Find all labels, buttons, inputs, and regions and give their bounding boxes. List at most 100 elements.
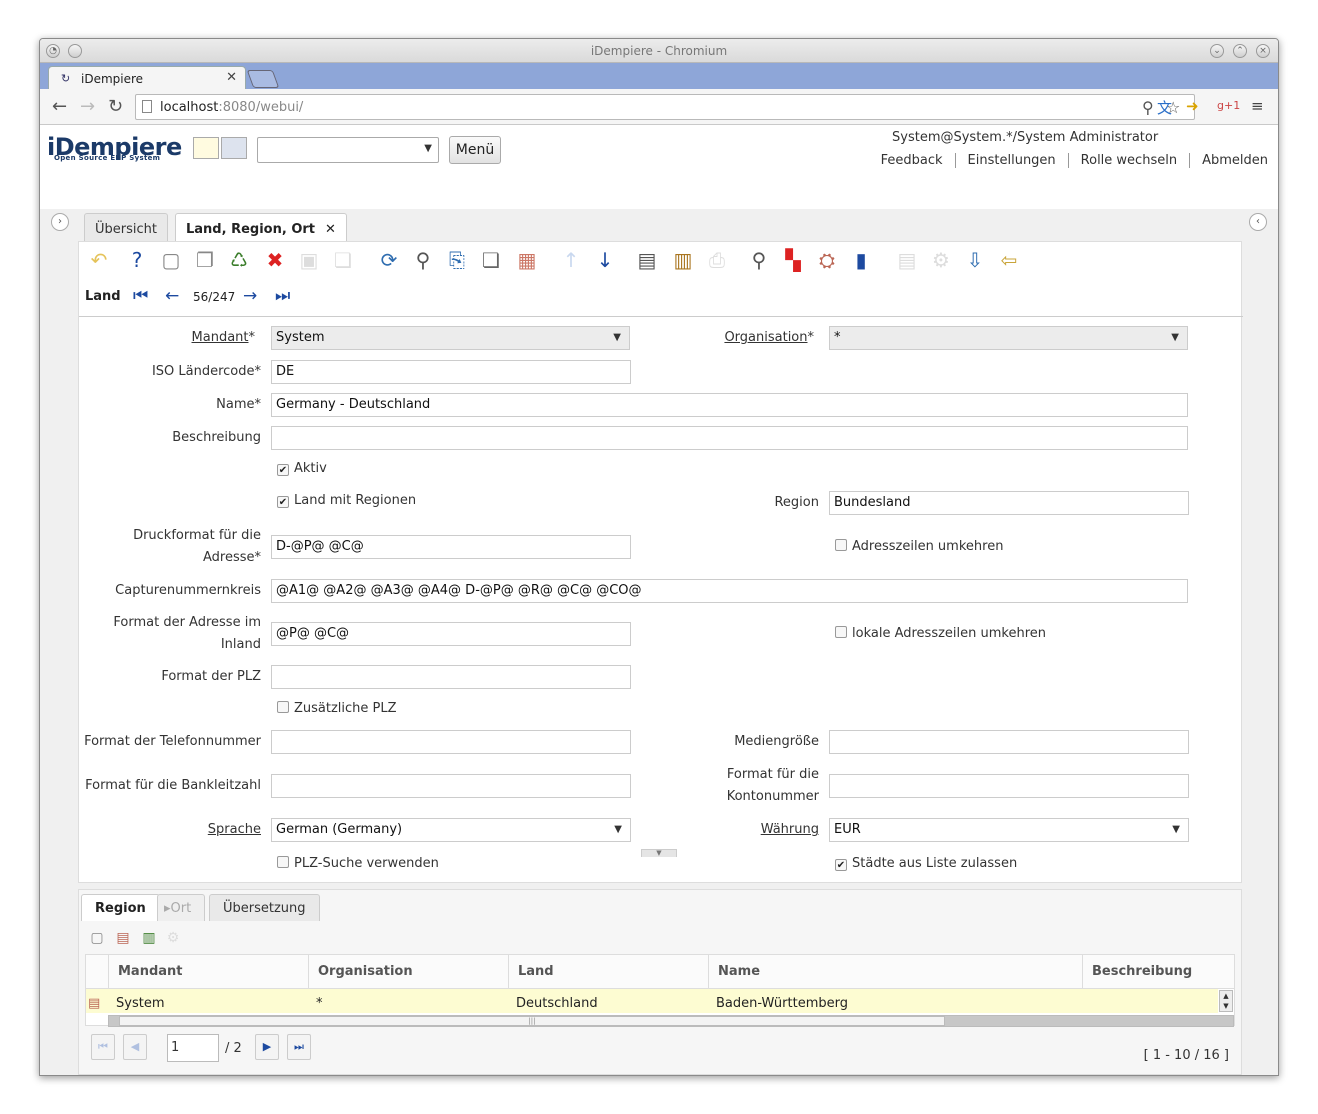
sprache-label[interactable]: Sprache <box>79 819 261 841</box>
last-record-icon[interactable]: ⏭ <box>275 286 290 306</box>
find-icon[interactable]: ⚲ <box>409 246 437 274</box>
page-number-input[interactable]: 1 <box>167 1034 219 1062</box>
next-page-icon[interactable]: ▶ <box>255 1034 279 1060</box>
import-icon[interactable]: ⇦ <box>995 246 1023 274</box>
organisation-label[interactable]: Organisation* <box>639 327 814 349</box>
chat-icon[interactable]: ❏ <box>477 246 505 274</box>
zusaetzliche-plz-checkbox[interactable]: Zusätzliche PLZ <box>277 701 397 716</box>
waehrung-select[interactable]: EUR ▼ <box>829 818 1189 842</box>
feedback-link[interactable]: Feedback <box>869 153 955 168</box>
expand-right-panel-icon[interactable]: ‹ <box>1249 213 1267 231</box>
aktiv-checkbox[interactable]: ✔ Aktiv <box>277 461 327 476</box>
delete-selection-icon[interactable]: ✖ <box>261 246 289 274</box>
back-icon[interactable]: ← <box>52 96 67 117</box>
scrollbar-thumb[interactable]: ||| <box>119 1016 945 1026</box>
tab-uebersetzung[interactable]: Übersetzung <box>209 894 320 921</box>
logout-link[interactable]: Abmelden <box>1189 153 1268 168</box>
refresh-icon[interactable]: ⟳ <box>375 246 403 274</box>
parent-record-icon[interactable]: ↑ <box>557 246 585 274</box>
mediengroesse-input[interactable] <box>829 730 1189 754</box>
new-record-icon[interactable]: ▢ <box>157 246 185 274</box>
archive-icon[interactable]: ▥ <box>669 246 697 274</box>
format-tel-input[interactable] <box>271 730 631 754</box>
plz-suche-checkbox[interactable]: PLZ-Suche verwenden <box>277 856 439 871</box>
column-header-land[interactable]: Land <box>508 955 708 989</box>
save-create-icon[interactable]: ❏ <box>329 246 357 274</box>
column-header-beschreibung[interactable]: Beschreibung <box>1082 955 1234 989</box>
new-window-icon[interactable] <box>193 137 219 159</box>
undo-icon[interactable]: ↶ <box>85 246 113 274</box>
minimize-icon[interactable]: ⌄ <box>1210 44 1224 58</box>
url-input[interactable]: localhost:8080/webui/ ⚲ ☆ <box>135 94 1195 120</box>
tab-overview[interactable]: Übersicht <box>84 213 168 242</box>
maximize-icon[interactable]: ⌃ <box>1233 44 1247 58</box>
detail-record-icon[interactable]: ↓ <box>591 246 619 274</box>
land-mit-regionen-checkbox[interactable]: ✔ Land mit Regionen <box>277 493 416 508</box>
translate-icon[interactable]: 文 <box>1157 97 1172 118</box>
expand-left-panel-icon[interactable]: › <box>51 213 69 231</box>
region-input[interactable]: Bundesland <box>829 491 1189 515</box>
global-search-select[interactable]: ▼ <box>257 137 439 163</box>
name-input[interactable]: Germany - Deutschland <box>271 393 1188 417</box>
product-info-icon[interactable]: ▮ <box>847 246 875 274</box>
workflow-icon[interactable]: ▚ <box>779 246 807 274</box>
tab-country-region-city[interactable]: Land, Region, Ort ✕ <box>175 213 347 242</box>
menu-button[interactable]: Menü <box>449 136 501 164</box>
tab-ort[interactable]: ▸Ort <box>157 894 206 921</box>
report-icon[interactable]: ▤ <box>633 246 661 274</box>
format-inland-input[interactable]: @P@ @C@ <box>271 622 631 646</box>
browser-tab[interactable]: ↻ iDempiere ✕ <box>48 66 246 90</box>
process-gear-icon[interactable]: ⚙ <box>927 246 955 274</box>
column-header-name[interactable]: Name <box>708 955 1082 989</box>
new-tab-button[interactable] <box>246 70 280 88</box>
help-icon[interactable]: ? <box>123 246 151 274</box>
vertical-scrollbar[interactable]: ▲ ▼ <box>1219 990 1233 1012</box>
organisation-select[interactable]: * ▼ <box>829 326 1188 350</box>
new-record-icon[interactable]: ▢ <box>87 928 107 948</box>
format-plz-input[interactable] <box>271 665 631 689</box>
format-blz-input[interactable] <box>271 774 631 798</box>
waehrung-label[interactable]: Währung <box>639 819 819 841</box>
column-header-mandant[interactable]: Mandant <box>108 955 308 989</box>
staedte-liste-checkbox[interactable]: ✔ Städte aus Liste zulassen <box>835 856 1017 871</box>
adresszeilen-umkehren-checkbox[interactable]: Adresszeilen umkehren <box>835 539 1003 554</box>
requests-icon[interactable]: ⛭ <box>813 246 841 274</box>
lokale-umkehren-checkbox[interactable]: lokale Adresszeilen umkehren <box>835 626 1046 641</box>
table-row[interactable]: ▤ System * Deutschland Baden-Württemberg <box>86 989 1218 1013</box>
sprache-select[interactable]: German (Germany) ▼ <box>271 818 631 842</box>
capture-input[interactable]: @A1@ @A2@ @A3@ @A4@ D-@P@ @R@ @C@ @CO@ <box>271 579 1188 603</box>
first-page-icon[interactable]: ⏮ <box>91 1034 115 1060</box>
delete-record-icon[interactable]: ♺ <box>225 246 253 274</box>
export-icon[interactable]: ⇩ <box>961 246 989 274</box>
close-tab-icon[interactable]: ✕ <box>226 70 237 85</box>
extension-icon[interactable]: ➜ <box>1186 97 1199 115</box>
last-page-icon[interactable]: ⏭ <box>287 1034 311 1060</box>
reload-icon[interactable]: ↻ <box>108 96 123 117</box>
save-icon[interactable]: ▣ <box>295 246 323 274</box>
tab-region[interactable]: Region <box>81 894 160 921</box>
druckformat-input[interactable]: D-@P@ @C@ <box>271 535 631 559</box>
forward-icon[interactable]: → <box>80 96 95 117</box>
chrome-menu-icon[interactable]: ≡ <box>1251 97 1264 115</box>
horizontal-scrollbar[interactable]: ||| <box>108 1015 1234 1027</box>
column-header-organisation[interactable]: Organisation <box>308 955 508 989</box>
next-record-icon[interactable]: → <box>243 286 257 306</box>
process-gear-icon[interactable]: ⚙ <box>163 928 183 948</box>
mandant-label[interactable]: Mandant* <box>79 327 255 349</box>
zoom-icon[interactable]: ⚲ <box>1142 98 1154 117</box>
edit-row-icon[interactable]: ▤ <box>86 989 100 1013</box>
beschreibung-input[interactable] <box>271 426 1188 450</box>
first-record-icon[interactable]: ⏮ <box>133 286 148 306</box>
previous-page-icon[interactable]: ◀ <box>123 1034 147 1060</box>
attachment-icon[interactable]: ⎘ <box>443 246 471 274</box>
panel-splitter-handle[interactable]: ▼ <box>641 849 677 857</box>
close-tab-icon[interactable]: ✕ <box>325 222 336 237</box>
format-konto-input[interactable] <box>829 774 1189 798</box>
mandant-select[interactable]: System ▼ <box>271 326 630 350</box>
quick-form-icon[interactable]: ▤ <box>893 246 921 274</box>
close-window-icon[interactable]: × <box>1256 44 1270 58</box>
print-icon[interactable]: ⎙ <box>703 246 731 274</box>
edit-record-icon[interactable]: ▤ <box>113 928 133 948</box>
previous-record-icon[interactable]: ← <box>165 286 179 306</box>
settings-link[interactable]: Einstellungen <box>954 153 1068 168</box>
